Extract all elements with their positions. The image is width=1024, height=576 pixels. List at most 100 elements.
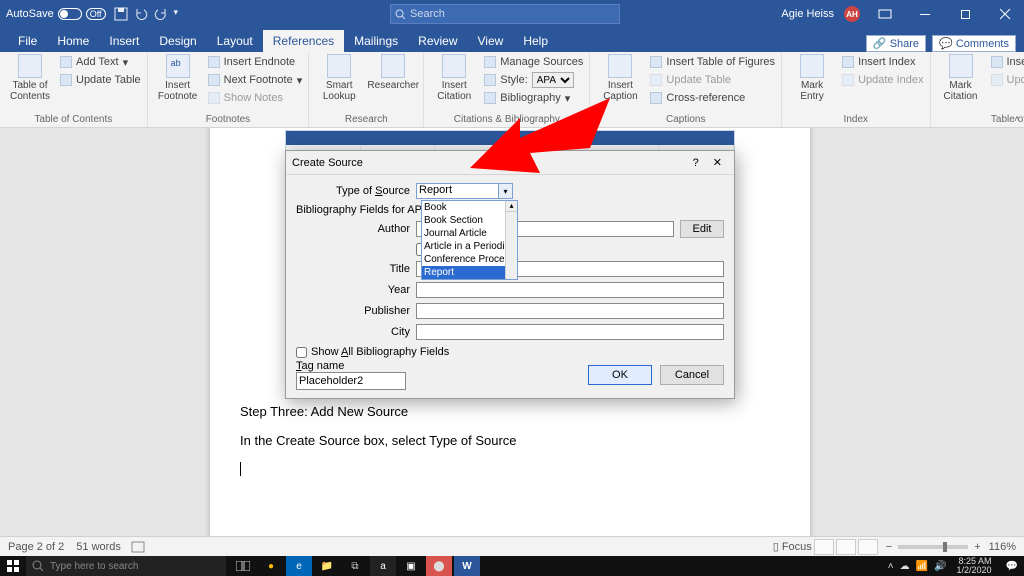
taskbar-app[interactable]: ▣ [398, 556, 424, 576]
page-indicator[interactable]: Page 2 of 2 [8, 541, 64, 553]
show-notes-button[interactable]: Show Notes [208, 90, 303, 106]
show-all-fields-label: Show All Bibliography Fields [311, 346, 449, 358]
minimize-icon[interactable] [910, 0, 940, 28]
ribbon-display-options-icon[interactable] [870, 0, 900, 28]
tab-references[interactable]: References [263, 30, 344, 52]
mark-citation-button[interactable]: Mark Citation [937, 54, 985, 102]
update-table-button[interactable]: Update Table [60, 72, 141, 88]
undo-icon[interactable] [134, 7, 148, 21]
toggle-off-icon[interactable] [58, 8, 82, 20]
task-view-icon[interactable] [230, 556, 256, 576]
group-index: Mark Entry Insert Index Update Index Ind… [782, 52, 930, 127]
close-icon[interactable] [990, 0, 1020, 28]
print-layout-icon[interactable] [836, 539, 856, 555]
tell-me-search[interactable]: Search [390, 4, 620, 24]
taskbar-app[interactable]: e [286, 556, 312, 576]
taskbar-word-app[interactable]: W [454, 556, 480, 576]
tray-chevron-icon[interactable]: ˄ [888, 561, 894, 572]
edit-author-button[interactable]: Edit [680, 220, 724, 238]
qat-customize-icon[interactable]: ▾ [174, 7, 188, 21]
notifications-icon[interactable]: 💬 [1002, 561, 1022, 572]
user-name[interactable]: Agie Heiss [781, 8, 834, 20]
insert-footnote-button[interactable]: abInsert Footnote [154, 54, 202, 102]
zoom-out-icon[interactable]: − [886, 541, 892, 553]
autosave-toggle[interactable]: AutoSave Off [6, 8, 106, 20]
collapse-ribbon-icon[interactable]: ˄ [1014, 114, 1020, 125]
maximize-icon[interactable] [950, 0, 980, 28]
web-layout-icon[interactable] [858, 539, 878, 555]
table-of-contents-button[interactable]: Table of Contents [6, 54, 54, 102]
taskbar-app[interactable]: ● [258, 556, 284, 576]
year-input[interactable] [416, 282, 724, 298]
tab-layout[interactable]: Layout [207, 30, 263, 52]
user-avatar[interactable]: AH [844, 6, 860, 22]
cross-reference-button[interactable]: Cross-reference [650, 90, 775, 106]
style-dropdown[interactable]: APA [532, 72, 574, 88]
taskbar-app[interactable]: 📁 [314, 556, 340, 576]
insert-endnote-button[interactable]: Insert Endnote [208, 54, 303, 70]
focus-mode-button[interactable]: ▯ Focus [773, 540, 812, 553]
insert-toa-button[interactable]: Insert Table of Authorities [991, 54, 1024, 70]
tray-volume-icon[interactable]: 🔊 [934, 561, 946, 572]
dialog-close-icon[interactable]: ✕ [707, 156, 728, 169]
dropdown-option[interactable]: Conference Proceedings [422, 253, 517, 266]
author-label: Author [296, 223, 416, 235]
share-button[interactable]: 🔗 Share [866, 35, 926, 52]
tab-file[interactable]: File [8, 30, 47, 52]
update-tof-button[interactable]: Update Table [650, 72, 775, 88]
read-mode-icon[interactable] [814, 539, 834, 555]
save-icon[interactable] [114, 7, 128, 21]
tab-view[interactable]: View [468, 30, 514, 52]
dialog-help-icon[interactable]: ? [685, 157, 707, 169]
update-toa-button[interactable]: Update Table [991, 72, 1024, 88]
dropdown-option[interactable]: Book Section [422, 214, 517, 227]
start-button[interactable] [0, 556, 26, 576]
next-footnote-button[interactable]: Next Footnote ▾ [208, 72, 303, 88]
tray-onedrive-icon[interactable]: ☁ [900, 561, 910, 572]
tray-network-icon[interactable]: 📶 [916, 561, 928, 572]
dropdown-option[interactable]: Article in a Periodical [422, 240, 517, 253]
dropdown-option[interactable]: Book [422, 201, 517, 214]
dropdown-option-selected[interactable]: Report [422, 266, 517, 279]
tab-help[interactable]: Help [513, 30, 558, 52]
doc-line-1: Step Three: Add New Source [240, 404, 780, 419]
zoom-in-icon[interactable]: + [974, 541, 980, 553]
taskbar-clock[interactable]: 8:25 AM 1/2/2020 [953, 556, 996, 576]
word-count[interactable]: 51 words [76, 541, 121, 553]
manage-sources-button[interactable]: Manage Sources [484, 54, 583, 70]
tab-review[interactable]: Review [408, 30, 467, 52]
taskbar-search[interactable]: Type here to search [26, 556, 226, 576]
taskbar-app[interactable]: a [370, 556, 396, 576]
tab-design[interactable]: Design [149, 30, 206, 52]
taskbar-app[interactable]: ⬤ [426, 556, 452, 576]
tab-home[interactable]: Home [47, 30, 99, 52]
insert-tof-button[interactable]: Insert Table of Figures [650, 54, 775, 70]
comments-button[interactable]: 💬 Comments [932, 35, 1016, 52]
zoom-level[interactable]: 116% [989, 541, 1016, 553]
style-selector[interactable]: Style:APA [484, 72, 583, 88]
cancel-button[interactable]: Cancel [660, 365, 724, 385]
spellcheck-icon[interactable] [131, 541, 145, 553]
researcher-button[interactable]: Researcher [369, 54, 417, 91]
tab-insert[interactable]: Insert [99, 30, 149, 52]
type-of-source-dropdown[interactable]: Book Book Section Journal Article Articl… [421, 200, 518, 280]
show-all-fields-checkbox[interactable] [296, 347, 307, 358]
zoom-slider[interactable] [898, 545, 968, 549]
tab-mailings[interactable]: Mailings [344, 30, 408, 52]
dropdown-option[interactable]: Journal Article [422, 227, 517, 240]
update-index-button[interactable]: Update Index [842, 72, 923, 88]
smart-lookup-button[interactable]: Smart Lookup [315, 54, 363, 102]
insert-citation-button[interactable]: Insert Citation [430, 54, 478, 102]
ok-button[interactable]: OK [588, 365, 652, 385]
redo-icon[interactable] [154, 7, 168, 21]
insert-caption-button[interactable]: Insert Caption [596, 54, 644, 102]
dropdown-scrollbar[interactable]: ▴ [505, 201, 517, 279]
publisher-input[interactable] [416, 303, 724, 319]
group-research: Smart Lookup Researcher Research [309, 52, 424, 127]
taskbar-app[interactable]: ⧉ [342, 556, 368, 576]
city-input[interactable] [416, 324, 724, 340]
mark-entry-button[interactable]: Mark Entry [788, 54, 836, 102]
add-text-button[interactable]: Add Text ▾ [60, 54, 141, 70]
insert-index-button[interactable]: Insert Index [842, 54, 923, 70]
tag-name-input[interactable] [296, 372, 406, 390]
